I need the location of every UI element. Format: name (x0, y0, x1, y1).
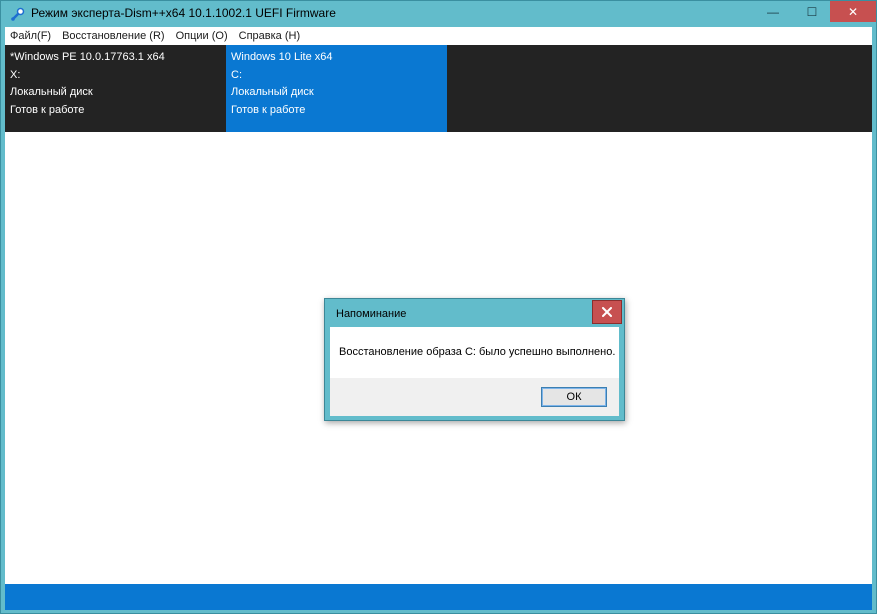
session-status: Готов к работе (231, 103, 306, 116)
status-bar (5, 584, 872, 610)
dialog-close-button[interactable] (592, 300, 622, 324)
title-bar[interactable]: Режим эксперта-Dism++x64 10.1.1002.1 UEF… (1, 1, 876, 27)
session-status: Готов к работе (10, 103, 85, 116)
main-window: Режим эксперта-Dism++x64 10.1.1002.1 UEF… (0, 0, 877, 614)
ok-button[interactable]: ОК (541, 387, 607, 407)
session-name: *Windows PE 10.0.17763.1 x64 (10, 51, 165, 63)
minimize-icon: — (767, 4, 779, 19)
menu-item-recovery[interactable]: Восстановление (R) (57, 30, 170, 42)
dism-app-icon (11, 7, 25, 21)
dialog-message: Восстановление образа C: было успешно вы… (339, 346, 616, 358)
session-tile-windows-10-lite[interactable]: Windows 10 Lite x64 C: Локальный диск Го… (226, 45, 447, 132)
close-icon: ✕ (847, 4, 859, 19)
session-tile-windows-pe[interactable]: *Windows PE 10.0.17763.1 x64 X: Локальны… (5, 45, 226, 132)
maximize-icon: ☐ (806, 4, 818, 19)
session-name: Windows 10 Lite x64 (231, 51, 333, 63)
dialog-title: Напоминание (336, 308, 407, 320)
menu-item-help[interactable]: Справка (H) (234, 30, 306, 42)
dialog-body: Восстановление образа C: было успешно вы… (330, 327, 619, 416)
session-drive: X: (10, 68, 21, 81)
window-title: Режим эксперта-Dism++x64 10.1.1002.1 UEF… (31, 6, 336, 20)
close-button[interactable]: ✕ (830, 1, 876, 22)
menu-item-options[interactable]: Опции (O) (171, 30, 234, 42)
session-disk-type: Локальный диск (231, 86, 314, 98)
dialog-footer: ОК (330, 378, 619, 416)
session-drive: C: (231, 68, 242, 81)
reminder-dialog: Напоминание Восстановление образа C: был… (324, 298, 625, 421)
close-icon (602, 307, 612, 317)
session-list: *Windows PE 10.0.17763.1 x64 X: Локальны… (5, 45, 872, 132)
session-disk-type: Локальный диск (10, 86, 93, 98)
menu-item-file[interactable]: Файл(F) (5, 30, 57, 42)
minimize-button[interactable]: — (758, 1, 788, 22)
menu-bar: Файл(F) Восстановление (R) Опции (O) Спр… (5, 27, 872, 45)
maximize-button[interactable]: ☐ (797, 1, 827, 22)
